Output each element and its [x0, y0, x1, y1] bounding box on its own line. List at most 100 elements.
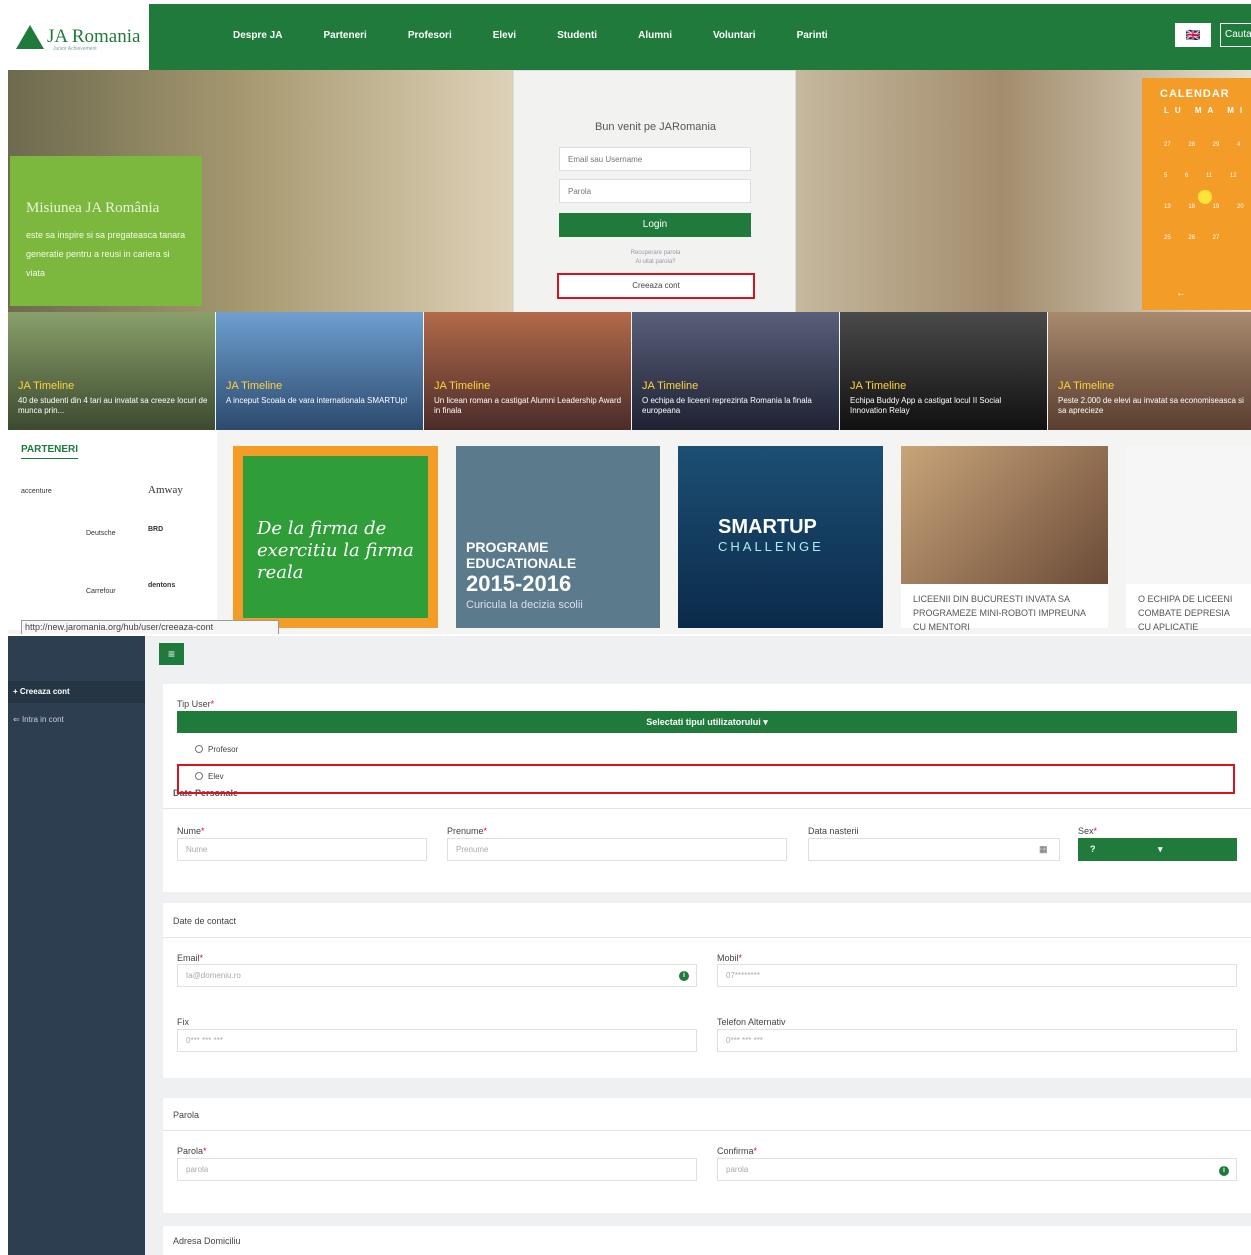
tile-text: O echipa de liceeni reprezinta Romania l… [642, 396, 812, 415]
card-firma-exercitiu[interactable]: De la firma de exercitiu la firma reala [233, 446, 438, 628]
hamburger-menu-icon[interactable]: ≡ [159, 643, 184, 665]
nav-voluntari[interactable]: Voluntari [713, 30, 756, 41]
user-type-dropdown[interactable]: Selectati tipul utilizatorului ▾ [177, 711, 1237, 733]
timeline-tile-5[interactable]: JA Timeline Echipa Buddy App a castigat … [840, 312, 1047, 430]
caret-icon: ▾ [763, 717, 768, 727]
email-field[interactable]: ta@domeniu.ro [177, 964, 697, 987]
timeline-tile-4[interactable]: JA Timeline O echipa de liceeni reprezin… [632, 312, 839, 430]
dropdown-label: Selectati tipul utilizatorului [646, 717, 761, 727]
nav-parinti[interactable]: Parinti [797, 30, 828, 41]
calendar-icon[interactable]: ▦ [1039, 844, 1048, 855]
login-button[interactable]: Login [559, 213, 751, 237]
password-input[interactable] [559, 179, 751, 203]
uk-flag-icon[interactable]: 🇬🇧 [1175, 23, 1211, 47]
tel-alt-label: Telefon Alternativ [717, 1017, 786, 1027]
nume-input[interactable]: Nume [177, 838, 427, 861]
tile-text: A inceput Scoala de vara internationala … [226, 396, 408, 405]
timeline-tile-3[interactable]: JA Timeline Un licean roman a castigat A… [424, 312, 631, 430]
nav-profesori[interactable]: Profesori [408, 30, 452, 41]
data-nasterii-label: Data nasterii [808, 826, 859, 836]
smartup-title: SMARTUP [718, 516, 817, 538]
confirma-label: Confirma* [717, 1146, 758, 1156]
chalkboard: De la firma de exercitiu la firma reala [243, 456, 428, 618]
card-programe[interactable]: PROGRAME EDUCATIONALE 2015-2016 Curicula… [456, 446, 660, 628]
partners-panel: PARTENERI accenture Amway BRD Carrefour … [8, 430, 217, 630]
nav-elevi[interactable]: Elevi [493, 30, 516, 41]
contact-section: Date de contact Email* ta@domeniu.ro i M… [163, 903, 1251, 1078]
card-echipa[interactable]: O ECHIPA DE LICEENI COMBATE DEPRESIA CU … [1126, 446, 1251, 632]
parola-heading: Parola [173, 1110, 200, 1120]
password-section: Parola Parola* parola Confirma* parola i [163, 1098, 1251, 1213]
timeline-tile-6[interactable]: JA Timeline Peste 2.000 de elevi au inva… [1048, 312, 1251, 430]
calendar-prev-icon[interactable]: ← [1176, 288, 1186, 299]
partner-logo[interactable]: accenture [21, 488, 52, 495]
hero-banner: Misiunea JA România este sa inspire si s… [8, 70, 1251, 344]
sidebar-item-creeaza-cont[interactable]: + Creeaza cont [8, 681, 145, 703]
recover-password-link[interactable]: Recuperare parola [514, 249, 797, 258]
forgot-password-link[interactable]: Ai uitat parola? [514, 258, 797, 267]
info-icon[interactable]: i [679, 971, 689, 981]
confirma-field[interactable]: parola [717, 1158, 1237, 1181]
partner-logo[interactable]: Amway [148, 484, 183, 496]
option-profesor-label[interactable]: Profesor [208, 745, 238, 754]
partner-logo[interactable]: Carrefour [86, 588, 116, 595]
timeline-tile-2[interactable]: JA Timeline A inceput Scoala de vara int… [216, 312, 423, 430]
partner-logo[interactable]: Deutsche [86, 530, 116, 537]
card-liceeni-text: LICEENII DIN BUCURESTI INVATA SA PROGRAM… [913, 594, 1086, 632]
forgot-password-links: Recuperare parola Ai uitat parola? [514, 249, 797, 267]
tel-alt-field[interactable]: 0*** *** *** [717, 1029, 1237, 1052]
card-smartup[interactable]: SMARTUP CHALLENGE [678, 446, 883, 628]
divider [163, 808, 1251, 809]
radio-profesor[interactable] [195, 745, 203, 753]
prenume-input[interactable]: Prenume [447, 838, 787, 861]
site-logo[interactable]: JA Romania Junior Achievement [8, 4, 149, 70]
prenume-label: Prenume* [447, 826, 488, 836]
parola-label: Parola* [177, 1146, 207, 1156]
login-panel: Bun venit pe JARomania Login Recuperare … [513, 70, 796, 344]
card-diagram [1126, 446, 1251, 584]
sidebar-item-intra-in-cont[interactable]: ⇐ Intra in cont [8, 709, 145, 731]
fix-field[interactable]: 0*** *** *** [177, 1029, 697, 1052]
main-nav: Despre JA Parteneri Profesori Elevi Stud… [233, 4, 869, 66]
nume-label: Nume* [177, 826, 205, 836]
divider [163, 1130, 1251, 1131]
email-label: Email* [177, 953, 204, 963]
nav-studenti[interactable]: Studenti [557, 30, 597, 41]
smartup-sub: CHALLENGE [718, 539, 824, 554]
card-photo [901, 446, 1108, 584]
tile-heading: JA Timeline [642, 380, 699, 392]
sex-label: Sex* [1078, 826, 1098, 836]
search-button[interactable]: Cauta [1220, 23, 1251, 47]
divider [163, 937, 1251, 938]
tile-text: Echipa Buddy App a castigat locul II Soc… [850, 396, 1002, 415]
tile-heading: JA Timeline [226, 380, 283, 392]
timeline-tile-1[interactable]: JA Timeline 40 de studenti din 4 tari au… [8, 312, 215, 430]
timeline-strip: JA Timeline 40 de studenti din 4 tari au… [8, 312, 1251, 430]
partner-logo[interactable]: dentons [148, 582, 175, 589]
card-firma-text: De la firma de exercitiu la firma reala [257, 518, 414, 583]
sex-dropdown[interactable]: ? ▾ [1078, 838, 1237, 861]
nav-alumni[interactable]: Alumni [638, 30, 672, 41]
info-icon[interactable]: i [1219, 1166, 1229, 1176]
plus-icon: + [13, 687, 18, 696]
login-title: Bun venit pe JARomania [594, 121, 717, 133]
partner-logo[interactable]: BRD [148, 526, 163, 533]
mission-text: este sa inspire si sa pregateasca tanara… [26, 230, 186, 278]
sex-value: ? [1090, 844, 1096, 854]
create-account-button[interactable]: Creeaza cont [557, 273, 755, 299]
logo-subtitle: Junior Achievement [53, 46, 97, 52]
card-liceeni[interactable]: LICEENII DIN BUCURESTI INVATA SA PROGRAM… [901, 446, 1108, 632]
email-input[interactable] [559, 147, 751, 171]
calendar-days[interactable]: 27 28 29 4 5 6 11 12 13 18 19 20 25 26 2… [1164, 130, 1251, 254]
parola-field[interactable]: parola [177, 1158, 697, 1181]
nav-despre-ja[interactable]: Despre JA [233, 30, 282, 41]
nav-parteneri[interactable]: Parteneri [323, 30, 366, 41]
contact-heading: Date de contact [173, 916, 237, 926]
tile-text: 40 de studenti din 4 tari au invatat sa … [18, 396, 208, 415]
mobil-field[interactable]: 07******** [717, 964, 1237, 987]
prog-title: PROGRAME EDUCATIONALE [466, 539, 577, 571]
tile-text: Un licean roman a castigat Alumni Leader… [434, 396, 622, 415]
sidebar: + Creeaza cont ⇐ Intra in cont [8, 636, 145, 1255]
date-of-birth-input[interactable] [808, 838, 1060, 861]
highlight-elev-option [177, 764, 1235, 794]
